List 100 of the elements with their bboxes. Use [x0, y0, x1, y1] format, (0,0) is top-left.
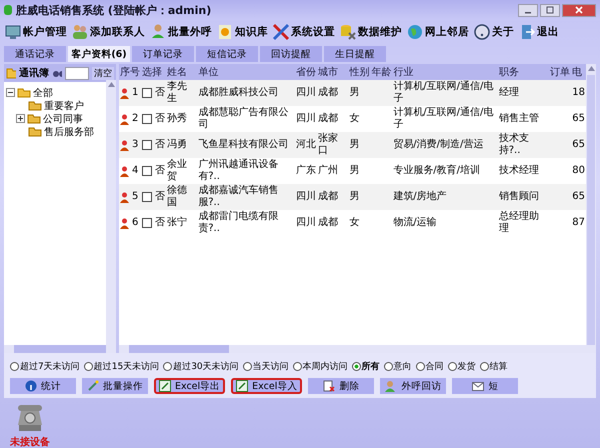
- filter-radio[interactable]: 发货: [448, 360, 476, 372]
- action-button[interactable]: 外呼回访: [380, 378, 446, 394]
- toolbar-button[interactable]: 添加联系人: [69, 21, 147, 43]
- table-cell: 男: [349, 139, 360, 150]
- column-header[interactable]: 电: [571, 64, 586, 80]
- tab[interactable]: 短信记录: [196, 46, 258, 62]
- toolbar-button[interactable]: 知识库: [214, 21, 270, 43]
- column-header[interactable]: 行业: [392, 64, 498, 80]
- maximize-icon: [546, 6, 554, 14]
- table-cell: 销售主管: [498, 113, 539, 124]
- info-icon: [25, 380, 37, 392]
- column-header[interactable]: 年龄: [370, 64, 392, 80]
- column-header[interactable]: 城市: [317, 64, 348, 80]
- table-cell: 否: [155, 113, 165, 125]
- folder-icon: [27, 113, 41, 124]
- tree-toggle[interactable]: [16, 114, 25, 123]
- column-header[interactable]: 职务: [498, 64, 550, 80]
- filter-radio[interactable]: 超过30天未访问: [163, 360, 239, 372]
- globe-icon: [406, 23, 424, 41]
- column-header[interactable]: 选择: [141, 64, 166, 80]
- scroll-up-button[interactable]: [588, 64, 594, 71]
- table-cell: 否: [155, 165, 165, 177]
- tree-item[interactable]: 公司同事: [43, 112, 83, 126]
- close-button[interactable]: [562, 4, 596, 16]
- checkbox[interactable]: [142, 140, 152, 150]
- table-cell: 四川: [296, 113, 316, 124]
- toolbar-button[interactable]: 帐户管理: [2, 21, 69, 43]
- table-cell: 徐德国: [167, 185, 187, 208]
- filter-radio[interactable]: 超过7天未访问: [10, 360, 80, 372]
- filter-radio[interactable]: 所有: [352, 360, 380, 372]
- excel-icon: [236, 380, 248, 392]
- column-header[interactable]: 序号: [119, 64, 141, 80]
- search-field[interactable]: [65, 66, 89, 80]
- column-header[interactable]: 订单: [549, 64, 572, 80]
- tab[interactable]: 通话记录: [4, 46, 66, 62]
- table-cell: 18: [572, 87, 585, 98]
- device-status: 未接设备: [10, 436, 50, 448]
- maximize-button[interactable]: [540, 4, 560, 16]
- tools-icon: [272, 23, 290, 41]
- scrollbar-thumb[interactable]: [129, 345, 229, 353]
- checkbox[interactable]: [142, 88, 152, 98]
- table-cell: 李先生: [167, 81, 187, 104]
- action-button[interactable]: Excel导入: [231, 378, 302, 394]
- tab[interactable]: 生日提醒: [324, 46, 386, 62]
- person-icon: [120, 88, 129, 98]
- table-cell: 销售顾问: [498, 191, 539, 202]
- checkbox[interactable]: [142, 166, 152, 176]
- table-cell: 技术经理: [498, 165, 539, 176]
- person-icon: [120, 140, 129, 150]
- person-icon: [120, 192, 129, 202]
- table-cell: 6: [132, 217, 138, 229]
- tree-item[interactable]: 售后服务部: [44, 124, 94, 138]
- toolbar-button[interactable]: 数据维护: [337, 21, 404, 43]
- table-cell: 否: [155, 191, 165, 203]
- table-cell: 男: [349, 165, 360, 176]
- tree-item[interactable]: 重要客户: [44, 98, 84, 112]
- column-header[interactable]: 性别: [348, 64, 370, 80]
- table-cell: 专业服务/教育/培训: [393, 165, 480, 176]
- table-cell: 否: [155, 87, 165, 99]
- folder-icon: [6, 67, 16, 79]
- filter-radio[interactable]: 当天访问: [242, 360, 289, 372]
- table-cell: 男: [349, 191, 360, 202]
- checkbox[interactable]: [142, 218, 152, 228]
- table-cell: 4: [132, 165, 138, 177]
- toolbar-button[interactable]: 关于: [471, 21, 516, 43]
- toolbar-button[interactable]: 网上邻居: [404, 21, 471, 43]
- action-button[interactable]: Excel导出: [154, 378, 226, 394]
- tree-toggle[interactable]: [6, 88, 15, 97]
- filter-radio[interactable]: 意向: [384, 360, 412, 372]
- scrollbar-thumb[interactable]: [14, 345, 106, 353]
- filter-radio[interactable]: 结算: [480, 360, 508, 372]
- column-header[interactable]: 单位: [197, 64, 296, 80]
- checkbox[interactable]: [142, 114, 152, 124]
- table-cell: 计算机/互联网/通信/电子: [393, 81, 494, 104]
- action-button[interactable]: 删除: [308, 378, 374, 394]
- table-cell: 否: [155, 217, 165, 229]
- table-cell: 否: [155, 139, 165, 151]
- filter-radio[interactable]: 本周内访问: [292, 360, 348, 372]
- tab[interactable]: 订单记录: [132, 46, 194, 62]
- action-button[interactable]: 批量操作: [82, 378, 148, 394]
- tab[interactable]: 客户资料(6): [68, 46, 130, 62]
- clear-button[interactable]: 清空: [92, 66, 114, 80]
- toolbar-button[interactable]: 批量外呼: [147, 21, 214, 43]
- filter-radio[interactable]: 超过15天未访问: [84, 360, 160, 372]
- filter-radio[interactable]: 合同: [416, 360, 444, 372]
- column-header[interactable]: 姓名: [166, 64, 198, 80]
- table-cell: 5: [132, 191, 138, 203]
- action-button[interactable]: 统计: [10, 378, 76, 394]
- scrollbar-thumb[interactable]: [587, 75, 595, 345]
- tree-item[interactable]: 全部: [33, 86, 53, 100]
- table-cell: 65: [572, 191, 585, 202]
- action-button[interactable]: 短: [452, 378, 518, 394]
- toolbar-button[interactable]: 退出: [516, 21, 561, 43]
- tab[interactable]: 回访提醒: [260, 46, 322, 62]
- table-cell: 女: [349, 217, 360, 228]
- toolbar-button[interactable]: 系统设置: [270, 21, 337, 43]
- minimize-button[interactable]: [518, 4, 538, 16]
- checkbox[interactable]: [142, 192, 152, 202]
- table-cell: 成都: [318, 113, 338, 124]
- column-header[interactable]: 省份: [295, 64, 318, 80]
